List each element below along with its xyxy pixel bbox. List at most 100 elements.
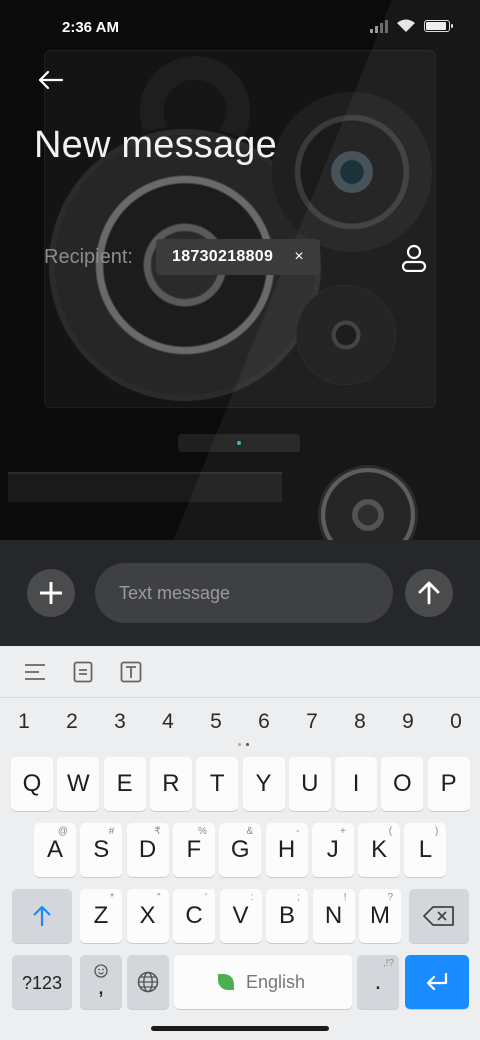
key-r[interactable]: R [149, 757, 192, 811]
contact-picker-button[interactable] [398, 240, 430, 276]
key-label: V [232, 902, 249, 929]
recipient-chip[interactable]: 18730218809 × [156, 239, 320, 275]
battery-level [426, 22, 446, 30]
symbols-key[interactable]: ?123 [12, 955, 72, 1009]
key-s[interactable]: # S [80, 823, 123, 877]
number-key[interactable]: 4 [148, 708, 188, 736]
key-label: M [370, 902, 390, 929]
key-z[interactable]: * Z [80, 889, 122, 943]
number-row: 1234567890 [0, 708, 480, 736]
key-o[interactable]: O [381, 757, 424, 811]
key-label: U [301, 770, 319, 797]
key-label: Z [93, 902, 109, 929]
message-input[interactable] [95, 563, 393, 623]
symbols-key-label: ?123 [21, 973, 63, 993]
number-key[interactable]: 3 [100, 708, 140, 736]
recipient-label: Recipient: [44, 246, 133, 268]
backspace-icon [423, 906, 454, 926]
key-label: K [371, 836, 388, 863]
language-key[interactable] [127, 955, 169, 1009]
key-v[interactable]: :V [219, 889, 262, 943]
close-icon[interactable]: × [292, 248, 306, 266]
backspace-key[interactable] [409, 889, 469, 943]
key-label: Y [255, 770, 272, 797]
attach-button[interactable] [27, 569, 75, 617]
key-label: B [278, 902, 295, 929]
key-label: E [116, 770, 133, 797]
key-label: G [230, 836, 250, 863]
number-key[interactable]: 0 [436, 708, 476, 736]
key-t[interactable]: T [196, 757, 239, 811]
clipboard-icon[interactable] [70, 660, 96, 684]
arrow-left-icon [38, 70, 63, 90]
number-key[interactable]: 8 [340, 708, 380, 736]
key-label: O [393, 770, 412, 797]
back-button[interactable] [34, 66, 66, 94]
key-q[interactable]: Q [11, 757, 53, 811]
key-a[interactable]: @ A [34, 823, 76, 877]
key-d[interactable]: ₹ D [126, 823, 169, 877]
person-icon [401, 244, 427, 272]
key-label: I [352, 770, 360, 797]
key-j[interactable]: + J [311, 823, 354, 877]
key-u[interactable]: U [288, 757, 331, 811]
key-label: T [209, 770, 225, 797]
key-x[interactable]: " X [126, 889, 169, 943]
text-format-icon[interactable] [118, 660, 144, 684]
period-label: . [374, 968, 382, 995]
key-i[interactable]: I [335, 757, 378, 811]
status-icons [370, 19, 453, 33]
key-label: Q [22, 770, 42, 797]
key-c[interactable]: ' C [173, 889, 215, 943]
leaf-icon [218, 974, 234, 990]
number-key[interactable]: 6 [244, 708, 284, 736]
key-w[interactable]: W [57, 757, 100, 811]
key-b[interactable]: ; B [266, 889, 308, 943]
battery-icon [424, 20, 453, 32]
page-indicator [238, 743, 249, 746]
compose-bar [0, 540, 480, 646]
key-label: A [46, 836, 63, 863]
period-key[interactable]: ,!? . [357, 955, 399, 1009]
key-f[interactable]: % F [172, 823, 215, 877]
spacebar-label: English [246, 972, 306, 992]
number-key[interactable]: 7 [292, 708, 332, 736]
shift-key[interactable] [12, 889, 72, 943]
number-key[interactable]: 2 [52, 708, 92, 736]
key-l[interactable]: ) L [404, 823, 447, 877]
key-label: X [139, 902, 156, 929]
key-label: P [440, 770, 457, 797]
key-y[interactable]: Y [242, 757, 285, 811]
spacebar[interactable]: English [174, 955, 352, 1009]
shift-icon [33, 905, 51, 926]
key-g[interactable]: & G [219, 823, 262, 877]
plus-icon [40, 582, 62, 604]
arrow-up-icon [418, 581, 440, 605]
key-label: R [162, 770, 180, 797]
key-label: N [324, 902, 343, 929]
status-bar: 2:36 AM [0, 0, 480, 56]
key-e[interactable]: E [103, 757, 146, 811]
key-label: C [185, 902, 203, 929]
recipient-chip-number: 18730218809 [172, 248, 274, 265]
navigation-handle[interactable] [151, 1026, 329, 1031]
number-key[interactable]: 5 [196, 708, 236, 736]
send-button[interactable] [405, 569, 453, 617]
key-label: W [66, 770, 90, 797]
enter-key[interactable] [405, 955, 469, 1009]
key-n[interactable]: ! N [312, 889, 355, 943]
text-align-icon[interactable] [22, 660, 48, 684]
number-key[interactable]: 1 [4, 708, 44, 736]
emoji-comma-key[interactable]: , [80, 955, 122, 1009]
keyboard-toolbar [0, 646, 480, 698]
keyboard: 1234567890 QWE R T Y U I O P @ A # S ₹ D% F & G - H + J(K) L… [0, 646, 480, 1040]
key-m[interactable]: ? M [359, 889, 401, 943]
key-k[interactable]: (K [358, 823, 401, 877]
key-p[interactable]: P [427, 757, 470, 811]
status-time: 2:36 AM [62, 19, 119, 36]
key-h[interactable]: -H [265, 823, 308, 877]
number-key[interactable]: 9 [388, 708, 428, 736]
page-title: New message [34, 124, 277, 166]
enter-icon [426, 972, 448, 991]
wifi-icon [397, 19, 415, 32]
